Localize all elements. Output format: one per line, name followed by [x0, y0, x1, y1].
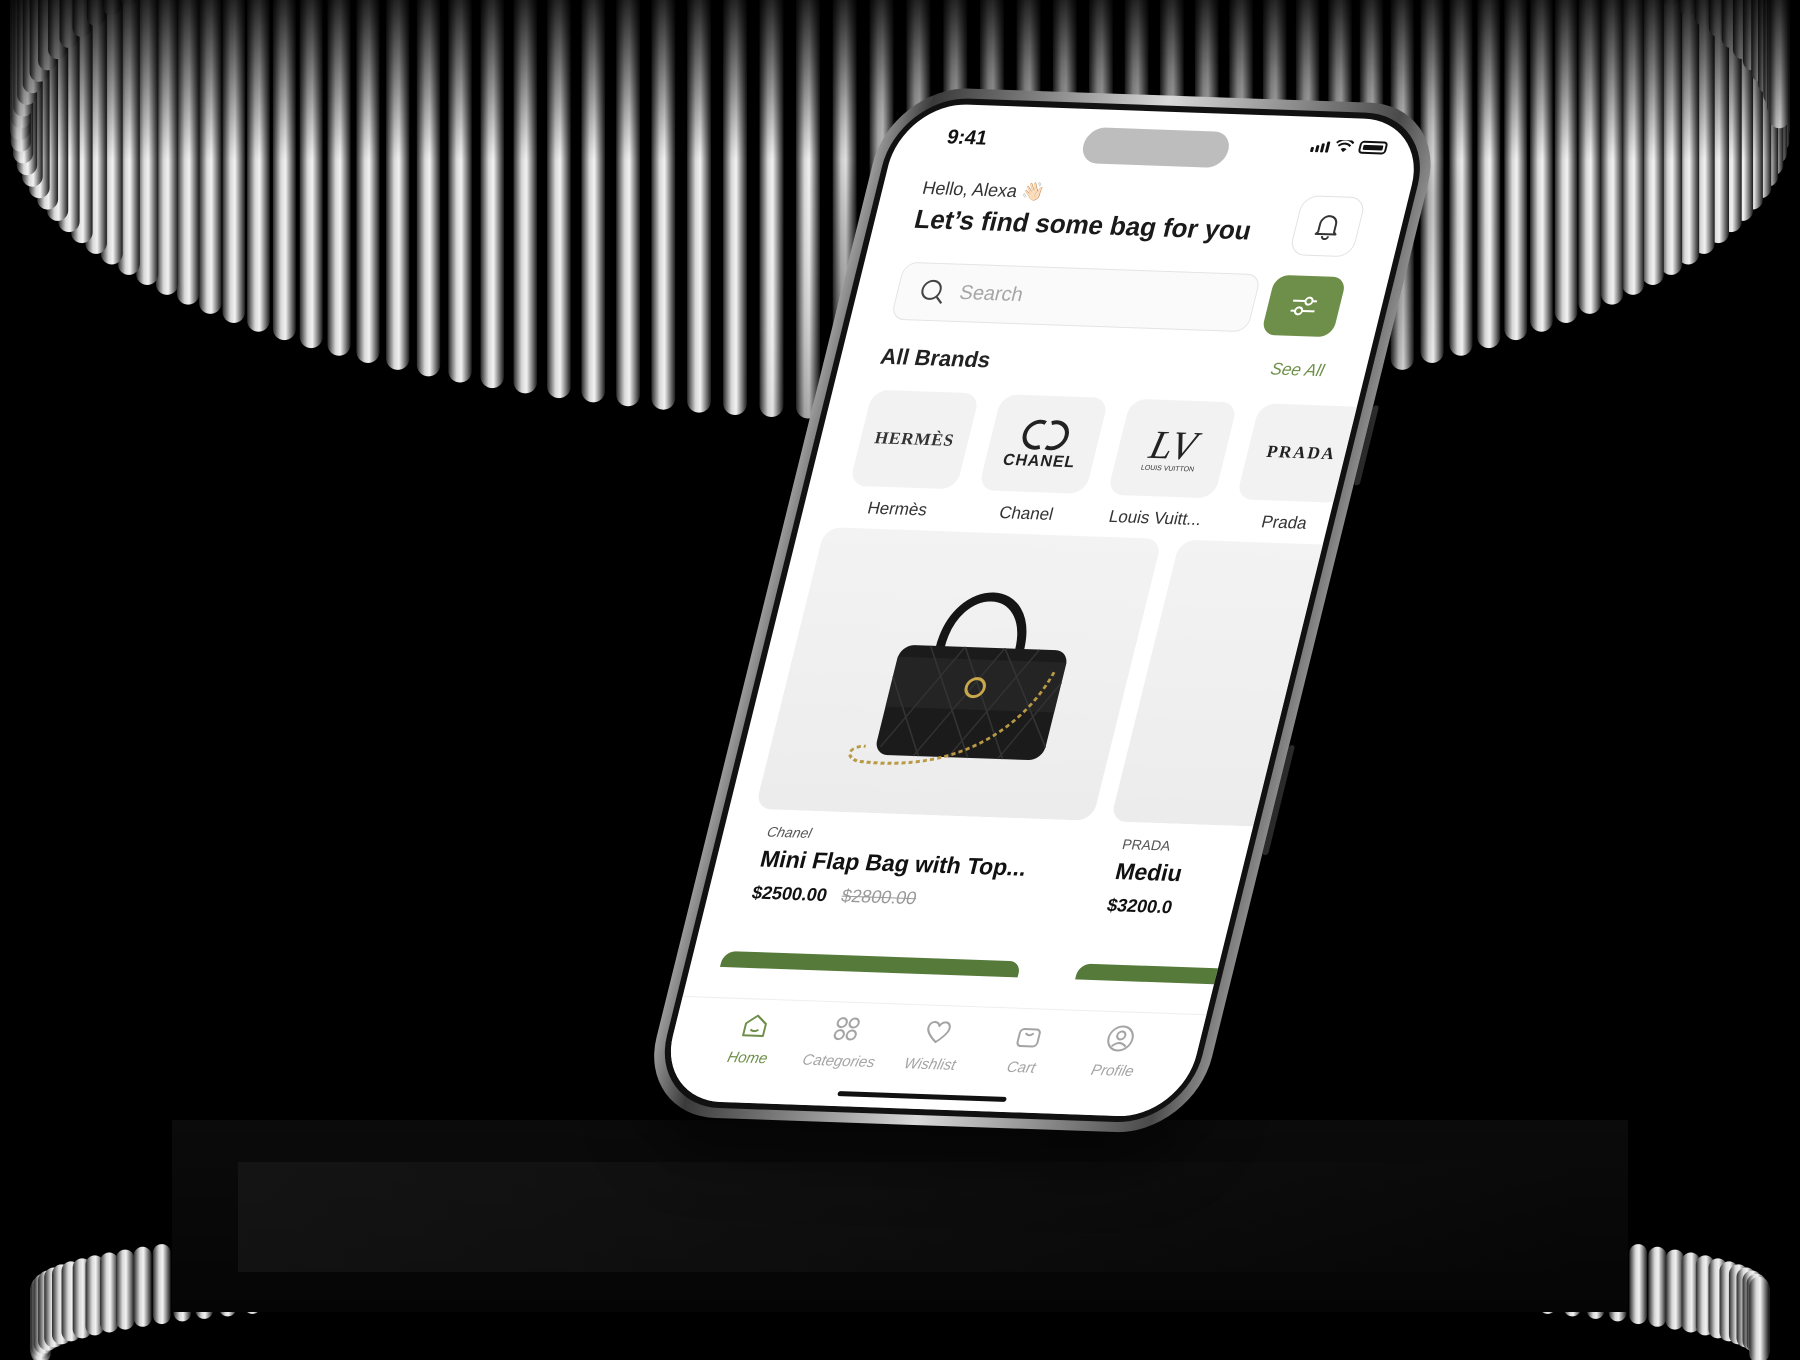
brand-logo-prada: PRADA	[1235, 403, 1367, 503]
product-image	[755, 527, 1163, 821]
bag-icon	[1016, 1028, 1041, 1048]
tab-label: Wishlist	[902, 1055, 958, 1074]
heart-icon	[927, 1021, 951, 1044]
home-icon	[742, 1014, 767, 1037]
brand-item-prada[interactable]: PRADA Prada	[1228, 403, 1367, 535]
pleat-tube	[116, 1249, 135, 1330]
filter-button[interactable]	[1260, 274, 1347, 338]
plinth-shadow	[238, 1162, 1578, 1272]
brand-name: Hermès	[865, 498, 930, 520]
dynamic-island	[1079, 127, 1233, 169]
bell-icon	[1314, 215, 1338, 241]
sliders-icon	[1290, 296, 1318, 316]
tab-label: Categories	[800, 1051, 877, 1072]
pleat-tube	[152, 1244, 171, 1325]
brand-logo-chanel: CHANEL	[978, 394, 1109, 494]
tab-home[interactable]: Home	[697, 1010, 799, 1104]
status-bar: 9:41	[890, 102, 1428, 176]
brand-logo-louis-vuitton: LV LOUIS VUITTON	[1107, 398, 1238, 499]
lv-monogram: LV	[1145, 421, 1202, 468]
profile-icon	[1107, 1025, 1134, 1052]
pleat-tube	[1749, 1276, 1769, 1357]
categories-icon	[833, 1017, 860, 1041]
hermes-logo: HERMÈS	[872, 428, 957, 450]
product-old-price: $2800.00	[839, 885, 919, 909]
tab-label: Profile	[1089, 1061, 1136, 1081]
brand-list: HERMÈS Hermès CHANEL Chanel LV LOUIS VUI…	[841, 389, 1367, 535]
wifi-icon	[1336, 139, 1355, 153]
chanel-cc-icon	[1022, 419, 1069, 451]
status-time: 9:41	[944, 126, 990, 150]
bottom-tab-bar: Home Categories Wishlist Cart Profile	[657, 995, 1207, 1119]
notifications-button[interactable]	[1288, 195, 1367, 258]
tab-label: Home	[725, 1048, 770, 1068]
pleat-tube	[133, 1246, 152, 1327]
pleat-tube	[1629, 1244, 1648, 1325]
product-info: Chanel Mini Flap Bag with Top... $2500.0…	[721, 809, 1077, 971]
product-name: Mini Flap Bag with Top...	[757, 845, 1030, 881]
brands-section-title: All Brands	[878, 343, 994, 373]
tab-profile[interactable]: Profile	[1062, 1023, 1164, 1117]
tab-label: Cart	[1005, 1058, 1038, 1077]
see-all-brands-link[interactable]: See All	[1268, 359, 1327, 381]
brand-name: Prada	[1259, 512, 1310, 533]
search-icon	[921, 279, 943, 305]
brand-item-hermes[interactable]: HERMÈS Hermès	[841, 389, 980, 522]
page-headline: Let’s find some bag for you	[911, 203, 1255, 246]
product-prices: $2500.00 $2800.00	[750, 882, 1045, 913]
battery-icon	[1357, 140, 1389, 155]
search-bar[interactable]	[890, 261, 1262, 333]
pleat-tube	[100, 1252, 119, 1333]
prada-logo: PRADA	[1264, 441, 1339, 464]
brand-logo-hermes: HERMÈS	[849, 389, 980, 490]
pleat-tube	[1665, 1249, 1684, 1330]
greeting-text: Hello, Alexa 👋🏻	[920, 177, 1047, 203]
lv-wordmark: LOUIS VUITTON	[1140, 464, 1195, 473]
brand-name: Chanel	[997, 503, 1056, 524]
product-brand: Chanel	[765, 823, 814, 842]
cellular-signal-icon	[1309, 141, 1331, 153]
search-input[interactable]	[954, 280, 1223, 315]
status-icons	[1309, 139, 1389, 155]
chanel-logo: CHANEL	[1001, 451, 1078, 472]
brand-item-louis-vuitton[interactable]: LV LOUIS VUITTON Louis Vuitt...	[1099, 398, 1238, 531]
pleat-tube	[1648, 1246, 1667, 1327]
product-price: $2500.00	[749, 882, 830, 906]
product-price: $3200.0	[1105, 894, 1175, 918]
brand-name: Louis Vuitt...	[1106, 506, 1204, 530]
handbag-image	[848, 592, 1067, 765]
brand-item-chanel[interactable]: CHANEL Chanel	[970, 394, 1109, 526]
